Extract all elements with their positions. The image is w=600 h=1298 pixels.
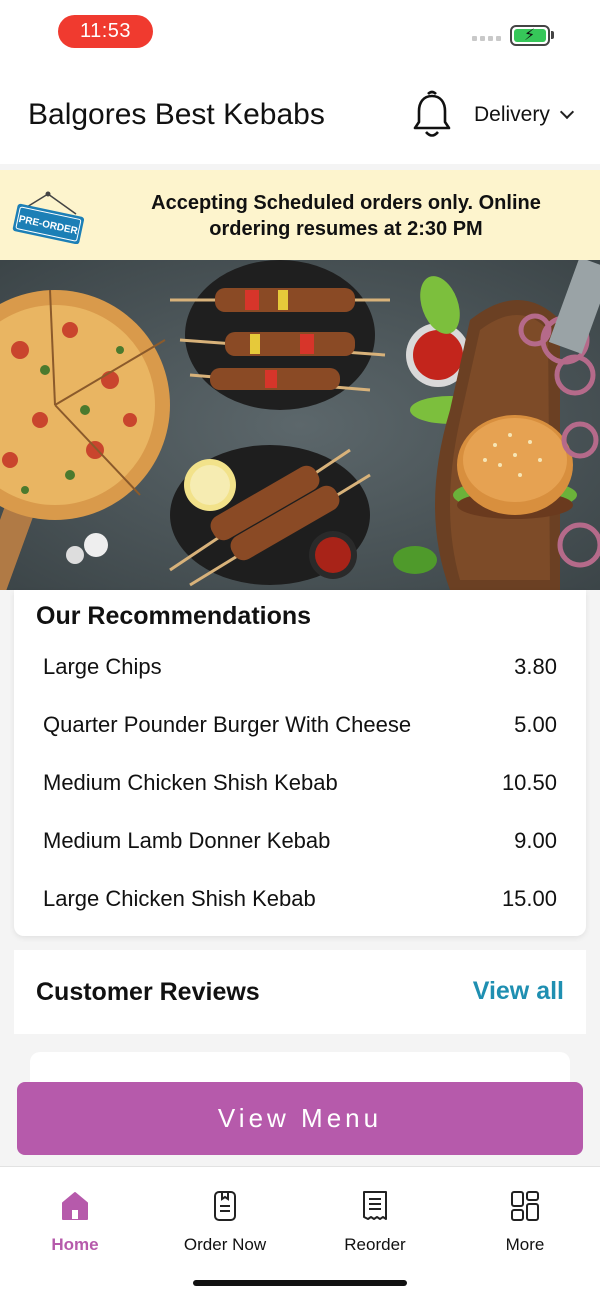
receipt-icon — [363, 1191, 387, 1220]
item-price: 15.00 — [501, 886, 557, 911]
hero-food-image — [0, 260, 600, 590]
status-bar: 11:53 ⚡ — [0, 0, 600, 64]
item-price: 3.80 — [514, 654, 557, 679]
item-name: Large Chips — [43, 654, 162, 679]
tab-home[interactable]: Home — [15, 1185, 135, 1265]
home-indicator — [193, 1280, 407, 1286]
delivery-label: Delivery — [474, 103, 550, 126]
preorder-sign-icon: PRE-ORDER — [12, 191, 84, 244]
order-icon — [214, 1191, 236, 1221]
tab-more[interactable]: More — [465, 1185, 585, 1265]
recommendations-title: Our Recommendations — [36, 602, 312, 630]
item-price: 9.00 — [514, 828, 557, 853]
tab-more-label: More — [505, 1235, 545, 1254]
item-price: 10.50 — [501, 770, 557, 795]
signal-icon — [472, 36, 501, 41]
customer-reviews-section: Customer Reviews View all — [14, 950, 586, 1034]
grid-icon — [511, 1191, 539, 1221]
reviews-title: Customer Reviews — [36, 978, 260, 1006]
delivery-selector[interactable]: Delivery — [474, 103, 574, 127]
tab-reorder-label: Reorder — [344, 1235, 406, 1254]
recommendations-card: Our Recommendations Large Chips 3.80 Qua… — [14, 590, 586, 936]
item-name: Medium Chicken Shish Kebab — [43, 770, 338, 795]
preorder-banner: PRE-ORDER Accepting Scheduled orders onl… — [0, 170, 600, 260]
tab-order-now-label: Order Now — [183, 1235, 267, 1254]
app-header: Balgores Best Kebabs Delivery — [0, 64, 600, 164]
item-name: Medium Lamb Donner Kebab — [43, 828, 331, 853]
bottom-tab-bar: Home Order Now Reorder More — [0, 1166, 600, 1298]
item-name: Large Chicken Shish Kebab — [43, 886, 316, 911]
item-name: Quarter Pounder Burger With Cheese — [43, 712, 412, 737]
recommendation-item[interactable]: Medium Lamb Donner Kebab 9.00 — [43, 821, 557, 861]
tab-reorder[interactable]: Reorder — [315, 1185, 435, 1265]
battery-tip — [551, 31, 554, 39]
tab-order-now[interactable]: Order Now — [165, 1185, 285, 1265]
tab-home-label: Home — [51, 1235, 99, 1254]
recommendation-item[interactable]: Large Chicken Shish Kebab 15.00 — [43, 879, 557, 919]
view-all-reviews-link[interactable]: View all — [473, 977, 564, 1006]
recommendation-item[interactable]: Quarter Pounder Burger With Cheese 5.00 — [43, 705, 557, 745]
restaurant-name: Balgores Best Kebabs — [28, 98, 325, 131]
recommendation-item[interactable]: Medium Chicken Shish Kebab 10.50 — [43, 763, 557, 803]
review-card — [30, 1052, 570, 1082]
home-icon — [62, 1192, 88, 1220]
item-price: 5.00 — [514, 712, 557, 737]
banner-message: Accepting Scheduled orders only. Online … — [151, 192, 541, 240]
battery-icon: ⚡ — [510, 25, 550, 46]
status-time: 11:53 — [58, 15, 153, 48]
view-menu-button[interactable]: View Menu — [17, 1082, 583, 1155]
chevron-down-icon — [559, 104, 574, 120]
bell-icon[interactable] — [410, 90, 454, 140]
recommendation-item[interactable]: Large Chips 3.80 — [43, 647, 557, 687]
